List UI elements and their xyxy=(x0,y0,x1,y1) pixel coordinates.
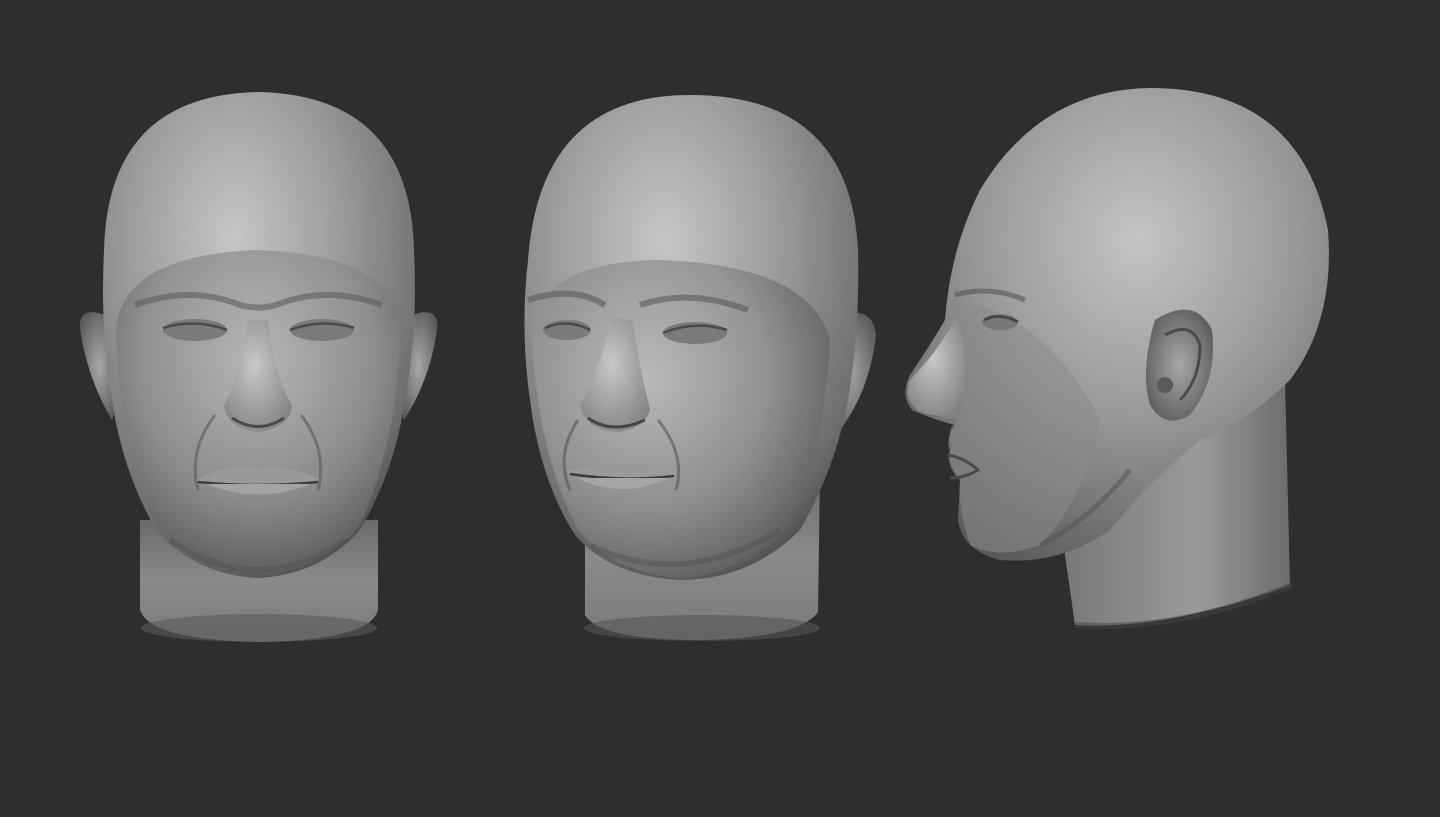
head-front-view[interactable] xyxy=(79,92,438,642)
sculpt-viewport[interactable] xyxy=(0,0,1440,817)
viewport-render xyxy=(79,88,1329,642)
head-side-view[interactable] xyxy=(905,88,1329,629)
head-three-quarter-view[interactable] xyxy=(524,95,876,641)
